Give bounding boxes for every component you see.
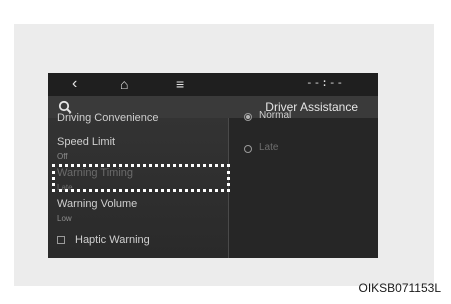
warning-volume-value: Low — [57, 214, 72, 223]
radio-normal[interactable] — [244, 113, 252, 121]
menu-item-haptic-warning[interactable]: Haptic Warning — [75, 234, 150, 246]
option-late-label[interactable]: Late — [259, 142, 278, 153]
speed-limit-value: Off — [57, 152, 68, 161]
menu-item-speed-limit[interactable]: Speed Limit — [57, 136, 115, 148]
figure-code: OIKSB071153L — [358, 281, 441, 295]
haptic-warning-checkbox[interactable] — [57, 236, 65, 244]
chevron-left-icon[interactable]: ‹ — [72, 74, 77, 94]
highlight-box — [52, 164, 230, 192]
home-icon[interactable]: ⌂ — [120, 74, 128, 94]
menu-item-driving-convenience[interactable]: Driving Convenience — [57, 112, 159, 124]
options-panel — [229, 118, 378, 258]
menu-item-warning-volume[interactable]: Warning Volume — [57, 198, 137, 210]
top-navigation-bar: ‹ ⌂ ≡ --:-- — [48, 73, 378, 96]
option-normal-label[interactable]: Normal — [259, 110, 291, 121]
menu-icon[interactable]: ≡ — [176, 74, 184, 94]
radio-late[interactable] — [244, 145, 252, 153]
clock-display: --:-- — [306, 76, 345, 89]
